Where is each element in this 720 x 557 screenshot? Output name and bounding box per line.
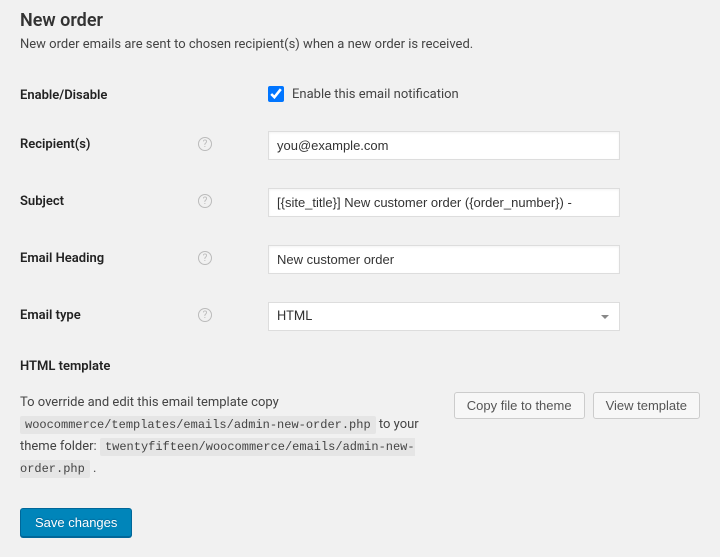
page-title: New order bbox=[20, 10, 700, 31]
enable-checkbox[interactable] bbox=[268, 86, 284, 102]
template-text-before: To override and edit this email template… bbox=[20, 395, 279, 410]
copy-file-button[interactable]: Copy file to theme bbox=[454, 392, 585, 419]
recipient-label: Recipient(s) bbox=[20, 137, 90, 152]
type-label: Email type bbox=[20, 308, 81, 323]
template-instructions: To override and edit this email template… bbox=[20, 392, 438, 480]
template-heading: HTML template bbox=[20, 359, 700, 374]
heading-input[interactable] bbox=[268, 245, 620, 274]
help-icon[interactable]: ? bbox=[198, 137, 212, 151]
help-icon[interactable]: ? bbox=[198, 308, 212, 322]
subject-label: Subject bbox=[20, 194, 64, 209]
view-template-button[interactable]: View template bbox=[593, 392, 700, 419]
template-text-after: . bbox=[93, 461, 96, 476]
enable-checkbox-text: Enable this email notification bbox=[292, 87, 459, 102]
heading-label: Email Heading bbox=[20, 251, 104, 266]
subject-input[interactable] bbox=[268, 188, 620, 217]
help-icon[interactable]: ? bbox=[198, 251, 212, 265]
page-description: New order emails are sent to chosen reci… bbox=[20, 37, 700, 52]
template-source-path: woocommerce/templates/emails/admin-new-o… bbox=[20, 416, 376, 434]
save-button[interactable]: Save changes bbox=[20, 508, 132, 537]
enable-label: Enable/Disable bbox=[20, 82, 220, 103]
help-icon[interactable]: ? bbox=[198, 194, 212, 208]
recipient-input[interactable] bbox=[268, 131, 620, 160]
email-type-select[interactable]: HTML bbox=[268, 302, 620, 331]
